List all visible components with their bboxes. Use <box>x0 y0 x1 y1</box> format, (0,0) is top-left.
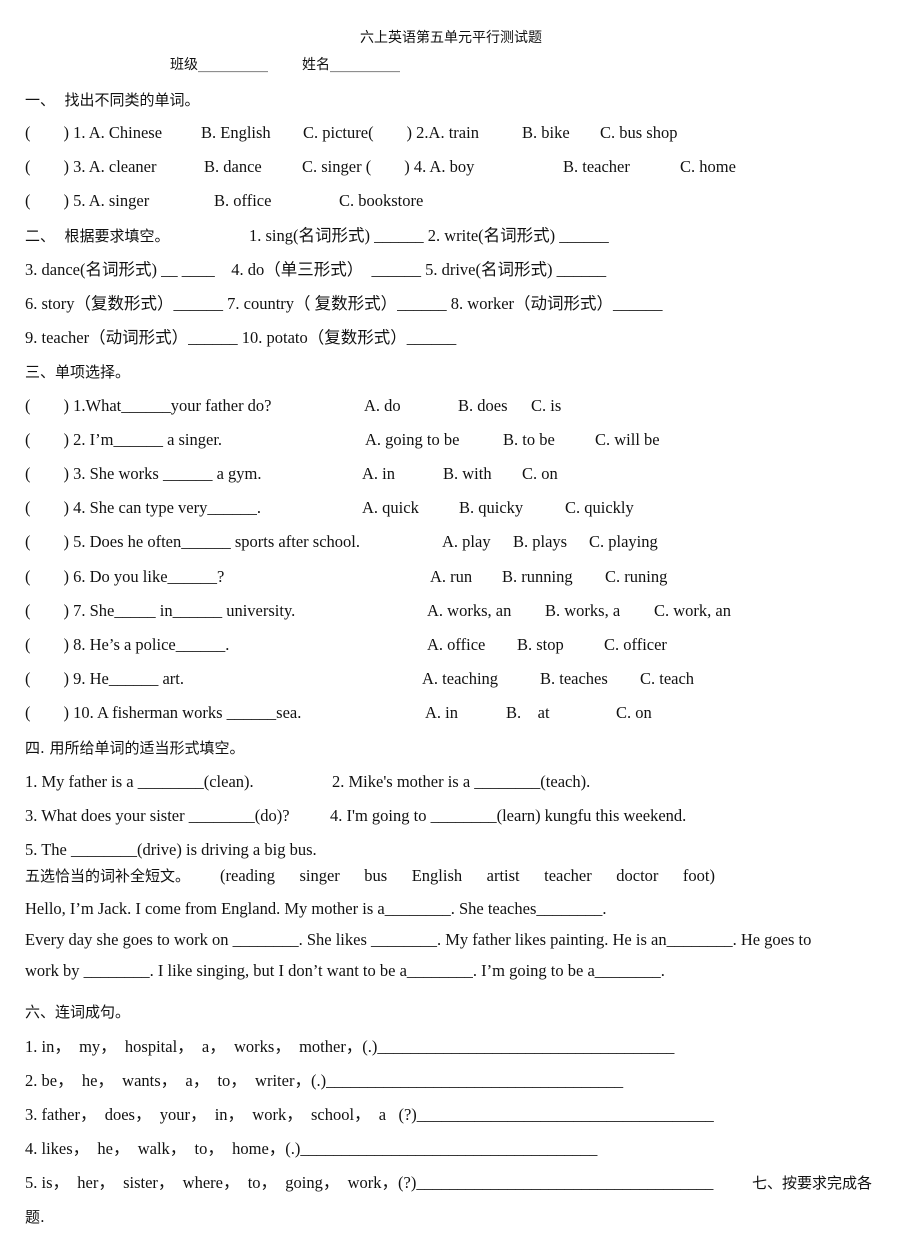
fill-line: 3. What does your sister ________(do)? <box>25 806 290 825</box>
section-3-heading: 三、单项选择。 <box>25 363 131 381</box>
option-c: C. teach <box>640 669 695 688</box>
section-2-heading: 二、 根据要求填空。 <box>25 227 170 245</box>
section-7-heading-cont: 题. <box>25 1208 45 1226</box>
option-b: B. at <box>506 703 550 722</box>
word-list: 3. father， does， your， in， work， school，… <box>25 1105 417 1124</box>
passage-line: Every day she goes to work on ________. … <box>25 930 812 949</box>
answer-line[interactable]: ____________________________________ <box>326 1071 623 1090</box>
option-a: A. in <box>425 703 458 722</box>
word-list: 4. likes， he， walk， to， home，(.) <box>25 1139 301 1158</box>
question-text: ( ) 9. He______ art. <box>25 669 185 688</box>
section-5-heading: 五选恰当的词补全短文。 <box>25 867 191 885</box>
option-b: B. office <box>214 191 272 210</box>
question-text: ( ) 5. A. singer <box>25 191 150 210</box>
option-a: A. run <box>430 567 473 586</box>
question-text: ( ) 2. I’m______ a singer. <box>25 430 223 449</box>
option-b: B. teaches <box>540 669 608 688</box>
option-c: C. officer <box>604 635 667 654</box>
fill-line: 1. sing(名词形式) ______ 2. write(名词形式) ____… <box>249 226 609 245</box>
question-text: ( ) 1.What______your father do? <box>25 396 272 415</box>
option-c: C. is <box>531 396 562 415</box>
option-c: C. picture( ) 2.A. train <box>303 123 479 142</box>
fill-line: 4. I'm going to ________(learn) kungfu t… <box>330 806 687 825</box>
option-b: B. bike <box>522 123 570 142</box>
option-c: C. quickly <box>565 498 634 517</box>
option-b: B. plays <box>513 532 568 551</box>
word-list: 2. be， he， wants， a， to， writer，(.) <box>25 1071 327 1090</box>
question-text: ( ) 5. Does he often______ sports after … <box>25 532 360 551</box>
answer-line[interactable]: ____________________________________ <box>416 1173 713 1192</box>
section-4-heading: 四. 用所给单词的适当形式填空。 <box>25 739 245 757</box>
option-c: C. will be <box>595 430 660 449</box>
class-field[interactable]: 班级__________ <box>170 55 268 75</box>
option-b: B. running <box>502 567 573 586</box>
question-text: ( ) 1. A. Chinese <box>25 123 163 142</box>
option-b: B. teacher <box>563 157 630 176</box>
option-b: B. quicky <box>459 498 524 517</box>
option-c: C. runing <box>605 567 668 586</box>
name-field[interactable]: 姓名__________ <box>302 55 400 75</box>
option-c: C. bookstore <box>339 191 424 210</box>
fill-line: 1. My father is a ________(clean). <box>25 772 254 791</box>
option-a: A. play <box>442 532 491 551</box>
question-text: ( ) 3. She works ______ a gym. <box>25 464 262 483</box>
fill-line: 9. teacher（动词形式）______ 10. potato（复数形式）_… <box>25 328 457 347</box>
option-b: B. dance <box>204 157 262 176</box>
option-a: A. works, an <box>427 601 512 620</box>
sentence-item: 2. be， he， wants， a， to， writer，(.)_____… <box>25 1071 623 1091</box>
question-text: ( ) 4. She can type very______. <box>25 498 261 517</box>
option-b: B. works, a <box>545 601 621 620</box>
option-a: A. do <box>364 396 401 415</box>
word-list: 5. is， her， sister， where， to， going， wo… <box>25 1173 417 1192</box>
answer-line[interactable]: ____________________________________ <box>417 1105 714 1124</box>
section-7-heading: 七、按要求完成各 <box>752 1174 873 1192</box>
section-1-heading: 一、 找出不同类的单词。 <box>25 91 200 109</box>
option-c: C. singer ( ) 4. A. boy <box>302 157 475 176</box>
option-b: B. to be <box>503 430 555 449</box>
option-b: B. with <box>443 464 492 483</box>
fill-line: 6. story（复数形式）______ 7. country（ 复数形式）__… <box>25 294 663 313</box>
passage-line: work by ________. I like singing, but I … <box>25 961 665 980</box>
option-a: A. teaching <box>422 669 499 688</box>
sentence-item: 1. in， my， hospital， a， works， mother，(.… <box>25 1037 674 1057</box>
question-text: ( ) 3. A. cleaner <box>25 157 157 176</box>
word-bank: (reading singer bus English artist teach… <box>220 866 715 885</box>
fill-line: 3. dance(名词形式) __ ____ 4. do（单三形式） _____… <box>25 260 607 279</box>
fill-line: 5. The ________(drive) is driving a big … <box>25 840 317 859</box>
question-text: ( ) 6. Do you like______? <box>25 567 225 586</box>
option-a: A. in <box>362 464 395 483</box>
option-b: B. English <box>201 123 271 142</box>
question-text: ( ) 8. He’s a police______. <box>25 635 230 654</box>
option-c: C. bus shop <box>600 123 678 142</box>
option-c: C. playing <box>589 532 658 551</box>
option-c: C. work, an <box>654 601 731 620</box>
option-c: C. on <box>616 703 652 722</box>
option-a: A. office <box>427 635 486 654</box>
option-b: B. does <box>458 396 508 415</box>
option-a: A. quick <box>362 498 419 517</box>
option-b: B. stop <box>517 635 564 654</box>
passage-line: Hello, I’m Jack. I come from England. My… <box>25 899 607 918</box>
question-text: ( ) 7. She_____ in______ university. <box>25 601 296 620</box>
word-list: 1. in， my， hospital， a， works， mother，(.… <box>25 1037 378 1056</box>
option-a: A. going to be <box>365 430 460 449</box>
fill-line: 2. Mike's mother is a ________(teach). <box>332 772 591 791</box>
answer-line[interactable]: ____________________________________ <box>377 1037 674 1056</box>
option-c: C. home <box>680 157 736 176</box>
option-c: C. on <box>522 464 558 483</box>
sentence-item: 4. likes， he， walk， to， home，(.)________… <box>25 1139 597 1159</box>
question-text: ( ) 10. A fisherman works ______sea. <box>25 703 302 722</box>
sentence-item: 3. father， does， your， in， work， school，… <box>25 1105 714 1125</box>
sentence-item: 5. is， her， sister， where， to， going， wo… <box>25 1173 713 1193</box>
section-6-heading: 六、连词成句。 <box>25 1003 131 1021</box>
page-title: 六上英语第五单元平行测试题 <box>360 30 542 46</box>
answer-line[interactable]: ____________________________________ <box>300 1139 597 1158</box>
